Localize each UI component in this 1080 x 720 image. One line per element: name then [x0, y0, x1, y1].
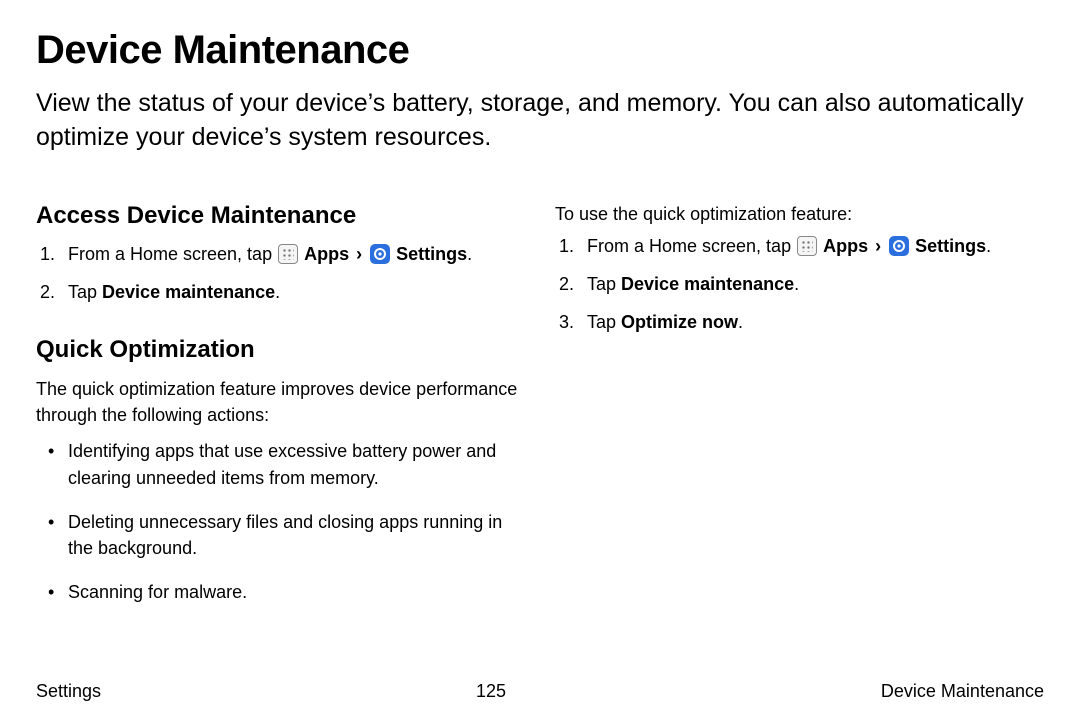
period: .: [986, 236, 991, 256]
device-maint-label: Device maintenance: [102, 282, 275, 302]
quick-use-lead: To use the quick optimization feature:: [555, 201, 1044, 227]
access-step-2: Tap Device maintenance.: [36, 279, 525, 305]
right-column: To use the quick optimization feature: F…: [555, 195, 1044, 623]
quick-opt-intro: The quick optimization feature improves …: [36, 376, 525, 428]
chevron-right-icon: ›: [875, 236, 881, 256]
step-text: From a Home screen, tap: [587, 236, 796, 256]
access-steps: From a Home screen, tap Apps › Settings.…: [36, 241, 525, 305]
step-text: Tap: [68, 282, 102, 302]
footer-left: Settings: [36, 681, 101, 702]
heading-quick-opt: Quick Optimization: [36, 333, 525, 368]
settings-gear-icon: [370, 244, 390, 264]
content-columns: Access Device Maintenance From a Home sc…: [36, 195, 1044, 623]
period: .: [275, 282, 280, 302]
page-footer: Settings 125 Device Maintenance: [36, 681, 1044, 702]
step-text: From a Home screen, tap: [68, 244, 277, 264]
access-step-1: From a Home screen, tap Apps › Settings.: [36, 241, 525, 267]
heading-access: Access Device Maintenance: [36, 199, 525, 234]
optimize-now-label: Optimize now: [621, 312, 738, 332]
step-text: Tap: [587, 274, 621, 294]
footer-page-number: 125: [476, 681, 506, 702]
settings-label: Settings: [396, 244, 467, 264]
apps-label: Apps: [823, 236, 868, 256]
settings-gear-icon: [889, 236, 909, 256]
settings-label: Settings: [915, 236, 986, 256]
footer-right: Device Maintenance: [881, 681, 1044, 702]
device-maint-label: Device maintenance: [621, 274, 794, 294]
apps-label: Apps: [304, 244, 349, 264]
quick-step-3: Tap Optimize now.: [555, 309, 1044, 335]
page-title: Device Maintenance: [36, 28, 1044, 73]
period: .: [794, 274, 799, 294]
list-item: Scanning for malware.: [36, 579, 525, 605]
quick-step-1: From a Home screen, tap Apps › Settings.: [555, 233, 1044, 259]
apps-grid-icon: [797, 236, 817, 256]
period: .: [738, 312, 743, 332]
quick-step-2: Tap Device maintenance.: [555, 271, 1044, 297]
list-item: Deleting unnecessary files and closing a…: [36, 509, 525, 561]
left-column: Access Device Maintenance From a Home sc…: [36, 195, 525, 623]
apps-grid-icon: [278, 244, 298, 264]
step-text: Tap: [587, 312, 621, 332]
intro-text: View the status of your device’s battery…: [36, 87, 1044, 155]
chevron-right-icon: ›: [356, 244, 362, 264]
list-item: Identifying apps that use excessive batt…: [36, 438, 525, 490]
period: .: [467, 244, 472, 264]
quick-use-steps: From a Home screen, tap Apps › Settings.…: [555, 233, 1044, 335]
quick-opt-bullets: Identifying apps that use excessive batt…: [36, 438, 525, 604]
